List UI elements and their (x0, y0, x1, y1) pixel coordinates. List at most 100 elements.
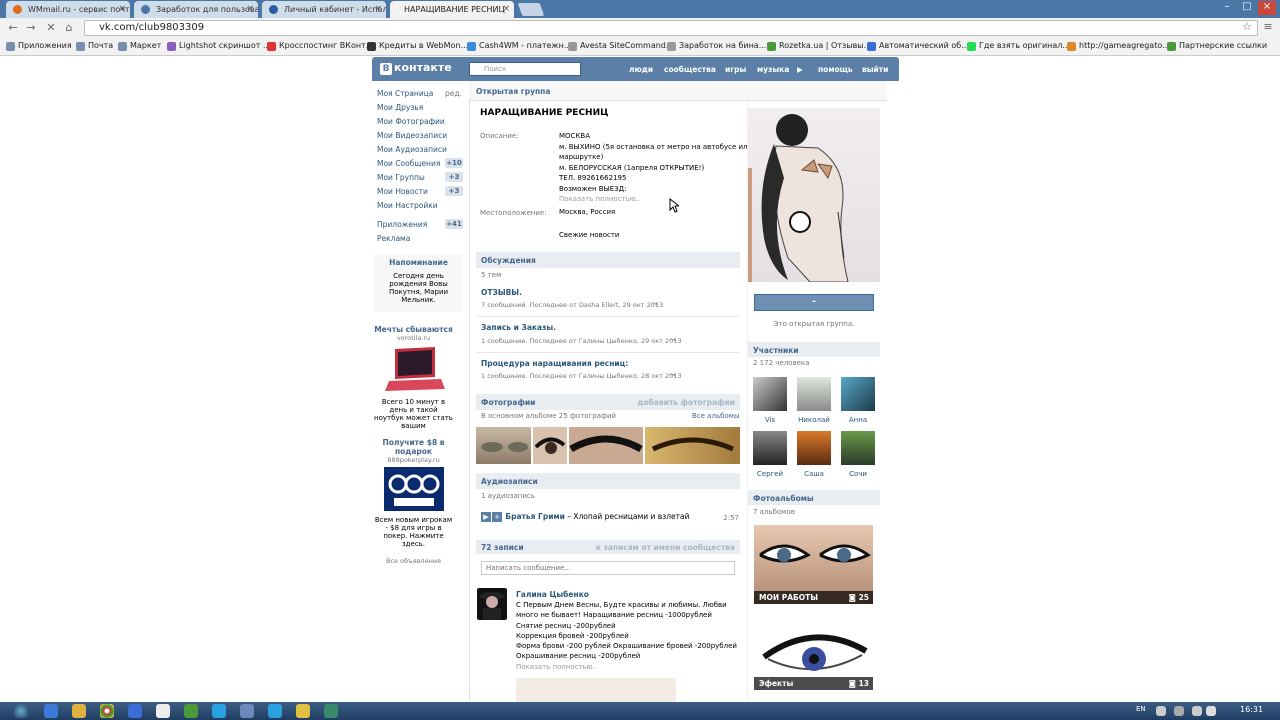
minimize-icon[interactable]: – (1218, 1, 1236, 15)
forward-arrow-icon[interactable]: → (24, 21, 38, 35)
close-tab-icon[interactable]: × (246, 4, 254, 14)
photo-thumbnail[interactable] (569, 427, 643, 464)
network-icon[interactable] (1192, 706, 1202, 716)
explorer-icon[interactable] (72, 704, 86, 718)
group-avatar[interactable] (748, 108, 880, 282)
menu-edit-link[interactable]: ред. (445, 89, 462, 98)
menu-settings[interactable]: Мои Настройки (377, 201, 438, 210)
member-item[interactable]: Сочи (841, 431, 875, 478)
add-photos-link[interactable]: добавить фотографии (637, 398, 735, 407)
skype-icon[interactable] (268, 704, 282, 718)
play-icon[interactable]: ▶ (797, 65, 803, 74)
topic-title[interactable]: Запись и Заказы. (481, 323, 556, 332)
bookmark-star-icon[interactable]: ☆ (1240, 20, 1254, 34)
notepad-icon[interactable] (156, 704, 170, 718)
album-my-works[interactable]: МОИ РАБОТЫ ◙ 25 (754, 525, 873, 604)
write-message-input[interactable]: Написать сообщение... (481, 561, 735, 575)
bookmark-item[interactable]: Rozetka.ua | Отзывы... (767, 41, 871, 51)
close-tab-icon[interactable]: × (502, 4, 510, 14)
start-button-icon[interactable] (14, 704, 28, 718)
community-posts-link[interactable]: к записям от имени сообщества (596, 543, 735, 552)
topic-title[interactable]: Процедура наращивания ресниц: (481, 359, 628, 368)
browser-tab-zarabotok[interactable]: Заработок для пользоват × (134, 1, 258, 18)
language-indicator[interactable]: EN (1136, 705, 1146, 713)
discussions-header[interactable]: Обсуждения (476, 252, 740, 268)
bookmark-item[interactable]: Lightshot скриншот ... (167, 41, 271, 51)
bookmark-item[interactable]: Cash4WM - платежн... (467, 41, 572, 51)
close-window-icon[interactable]: × (1258, 1, 1276, 15)
close-tab-icon[interactable]: × (118, 4, 126, 14)
ad-laptop[interactable]: Мечты сбываются vorotila.ru Всего 10 мин… (374, 325, 453, 430)
reminder-text[interactable]: Сегодня день рождения Вовы Покутня, Мари… (374, 272, 463, 304)
bookmark-item[interactable]: Avesta SiteCommand... (568, 41, 674, 51)
wall-header[interactable]: 72 записи к записям от имени сообщества (476, 540, 740, 554)
all-albums-link[interactable]: Все альбомы (692, 412, 739, 420)
member-item[interactable]: Николай (797, 377, 831, 424)
new-tab-button[interactable] (517, 3, 545, 16)
member-item[interactable]: Vis (753, 377, 787, 424)
ad-poker[interactable]: Получите $8 в подарок 888pokerplay.ru Вс… (374, 438, 453, 548)
folder-icon[interactable] (296, 704, 310, 718)
bookmark-item[interactable]: Где взять оригинал... (967, 41, 1070, 51)
close-tab-icon[interactable]: × (374, 4, 382, 14)
tray-icon[interactable] (1156, 706, 1166, 716)
chrome-icon[interactable] (100, 704, 114, 718)
vk-logo[interactable]: Вконтакте (380, 61, 452, 75)
photo-thumbnail[interactable] (645, 427, 740, 464)
app-icon[interactable] (184, 704, 198, 718)
menu-ads[interactable]: Реклама (377, 234, 410, 243)
app-icon[interactable] (128, 704, 142, 718)
menu-photos[interactable]: Мои Фотографии (377, 117, 445, 126)
browser-tab-cabinet[interactable]: Личный кабинет - Исполь × (262, 1, 386, 18)
join-group-button[interactable]: - (754, 294, 874, 311)
nav-games[interactable]: игры (725, 65, 746, 74)
browser-tab-active[interactable]: НАРАЩИВАНИЕ РЕСНИЦ × (390, 1, 514, 18)
ie-icon[interactable] (44, 704, 58, 718)
bookmark-item[interactable]: Партнерские ссылки (1167, 41, 1267, 51)
album-effects[interactable]: Эфекты ◙ 13 (754, 611, 873, 690)
menu-friends[interactable]: Мои Друзья (377, 103, 423, 112)
all-ads-link[interactable]: Все объявления (374, 557, 453, 565)
post-author[interactable]: Галина Цыбенко (516, 590, 589, 599)
bookmark-item[interactable]: Заработок на бина... (667, 41, 766, 51)
arrow-right-icon[interactable]: → (670, 371, 675, 379)
albums-header[interactable]: Фотоальбомы (748, 490, 880, 505)
skype-icon[interactable] (212, 704, 226, 718)
photos-header[interactable]: Фотографии добавить фотографии (476, 394, 740, 410)
menu-groups[interactable]: Мои Группы (377, 173, 425, 182)
audio-header[interactable]: Аудиозаписи (476, 473, 740, 489)
search-input[interactable]: Поиск (469, 62, 581, 76)
bookmark-item[interactable]: http://gameagregato... (1067, 41, 1170, 51)
menu-icon[interactable]: ≡ (1261, 20, 1275, 34)
nav-communities[interactable]: сообщества (664, 65, 716, 74)
bookmark-item[interactable]: Кредиты в WebMon... (367, 41, 468, 51)
add-audio-icon[interactable]: + (492, 512, 502, 522)
nav-logout[interactable]: выйти (862, 65, 888, 74)
volume-icon[interactable] (1206, 706, 1216, 716)
menu-audio[interactable]: Мои Аудиозаписи (377, 145, 447, 154)
bookmark-item[interactable]: Кросспостинг ВКонт... (267, 41, 373, 51)
topic-title[interactable]: ОТЗЫВЫ. (481, 288, 522, 297)
bookmark-item[interactable]: Автоматический об... (867, 41, 969, 51)
app-icon[interactable] (324, 704, 338, 718)
play-icon[interactable]: ▶ (481, 512, 491, 522)
arrow-right-icon[interactable]: → (670, 336, 675, 344)
bookmark-item[interactable]: Почта (76, 41, 113, 51)
nav-help[interactable]: помощь (818, 65, 853, 74)
menu-my-page[interactable]: Моя Страница (377, 89, 433, 98)
home-icon[interactable]: ⌂ (62, 21, 76, 35)
menu-videos[interactable]: Мои Видеозаписи (377, 131, 447, 140)
app-icon[interactable] (240, 704, 254, 718)
nav-music[interactable]: музыка (757, 65, 789, 74)
bookmark-item[interactable]: Маркет (118, 41, 161, 51)
stop-icon[interactable]: ✕ (44, 21, 58, 35)
url-input[interactable]: vk.com/club9803309 (84, 20, 1258, 36)
location-value[interactable]: Москва, Россия (559, 207, 615, 218)
post-image[interactable] (516, 678, 676, 702)
post-show-more-link[interactable]: Показать полностью.. (516, 662, 738, 672)
menu-messages[interactable]: Мои Сообщения (377, 159, 440, 168)
show-more-link[interactable]: Показать полностью.. (559, 194, 752, 205)
maximize-icon[interactable]: □ (1238, 1, 1256, 15)
tray-icon[interactable] (1174, 706, 1184, 716)
menu-apps[interactable]: Приложения (377, 220, 427, 229)
